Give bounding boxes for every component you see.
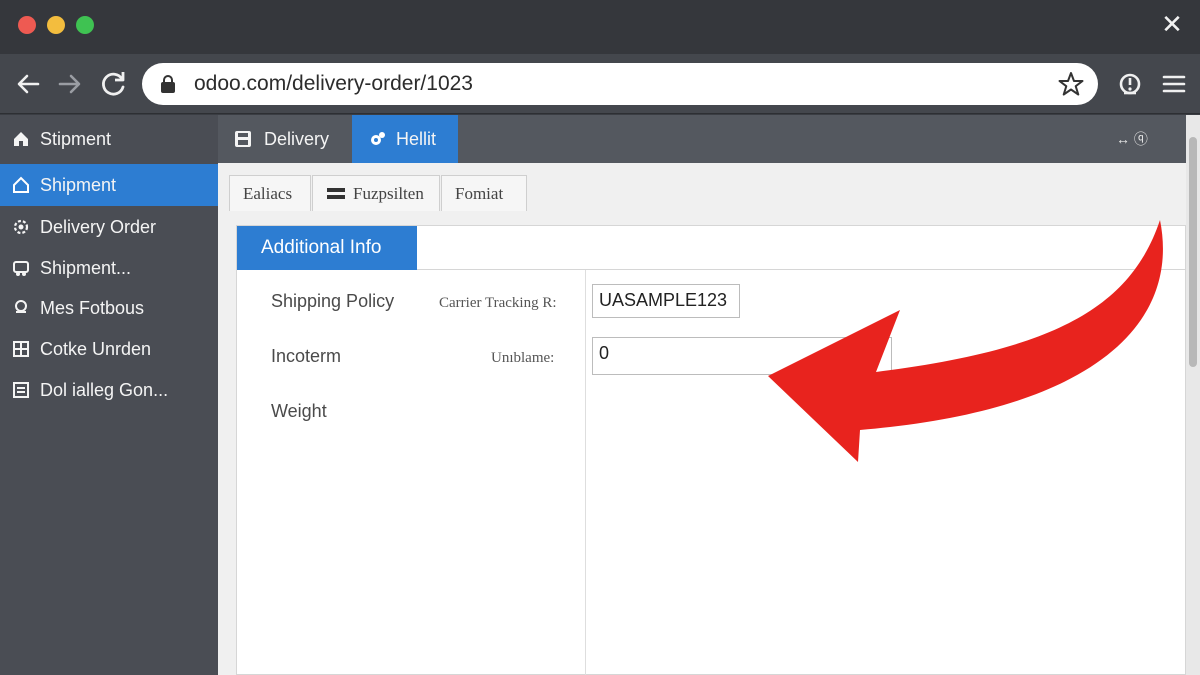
sidebar-item-label: Stipment: [40, 129, 112, 149]
content-panel: Ealiacs Fuzpsilten Fomiat Additional Inf…: [218, 163, 1186, 675]
truck-icon: [13, 261, 29, 276]
window-titlebar: ✕: [0, 0, 1200, 54]
forward-arrow-icon[interactable]: [54, 68, 86, 100]
subtab-ealiacs[interactable]: Ealiacs: [229, 175, 311, 211]
sidebar-item-shipment-2[interactable]: Shipment...: [0, 247, 218, 289]
back-arrow-icon[interactable]: [12, 68, 44, 100]
minimize-window-button[interactable]: [47, 16, 65, 34]
module-tabbar: Delivery Hellit ↔ ⓠ: [218, 115, 1186, 163]
scrollbar-thumb[interactable]: [1189, 137, 1197, 367]
address-bar[interactable]: odoo.com/delivery-order/1023: [142, 63, 1098, 105]
subtab-fomiat[interactable]: Fomiat: [441, 175, 527, 211]
tab-divider: [417, 269, 1185, 270]
incoterm-label: Incoterm: [271, 346, 342, 366]
url-text: odoo.com/delivery-order/1023: [194, 72, 473, 95]
sidebar-item-label: Mes Fotbous: [40, 298, 145, 318]
tab-delivery[interactable]: Delivery: [218, 115, 352, 163]
sidebar-item-label: Dol ialleg Gon...: [40, 380, 169, 400]
tab-label: Delivery: [264, 129, 330, 149]
sidebar-item-shipment[interactable]: Shipment: [0, 164, 218, 206]
tab-label: Additional Info: [261, 237, 382, 258]
browser-toolbar: odoo.com/delivery-order/1023: [0, 54, 1200, 114]
pin-icon: [15, 300, 27, 313]
sidebar-item-label: Delivery Order: [40, 217, 157, 237]
menu-icon: [327, 188, 345, 199]
form-card: Additional Info Shipping Policy Carrier …: [236, 225, 1186, 675]
lock-icon: [161, 75, 175, 93]
carrier-tracking-field[interactable]: UASAMPLE123: [592, 284, 740, 318]
subtab-label: Ealiacs: [243, 184, 293, 203]
topbar-actions[interactable]: ↔ ⓠ: [1116, 129, 1176, 149]
star-icon[interactable]: [1058, 71, 1084, 97]
grid-icon: [13, 341, 29, 357]
sidebar-item-dol-ialleg[interactable]: Dol ialleg Gon...: [0, 369, 218, 411]
sidebar-item-label: Cotke Unrden: [40, 339, 152, 359]
subtab-fuzpsilten[interactable]: Fuzpsilten: [312, 175, 440, 211]
subtab-label: Fuzpsilten: [353, 184, 424, 203]
sidebar-item-delivery-order[interactable]: Delivery Order: [0, 206, 218, 248]
tab-hellit[interactable]: Hellit: [352, 115, 458, 163]
reload-icon[interactable]: [98, 68, 130, 100]
weight-label: Weight: [271, 401, 327, 421]
list-icon: [13, 382, 29, 398]
sidebar-item-label: Shipment: [40, 175, 117, 195]
sidebar-item-label: Shipment...: [40, 258, 132, 278]
home-icon: [13, 176, 29, 193]
unblame-label: Unıblame:: [491, 350, 555, 366]
hamburger-menu-icon[interactable]: [1158, 68, 1190, 100]
save-icon: [235, 131, 251, 147]
sidebar-item-cotke-unrden[interactable]: Cotke Unrden: [0, 328, 218, 370]
maximize-window-button[interactable]: [76, 16, 94, 34]
shipping-policy-label: Shipping Policy: [271, 291, 395, 311]
close-icon[interactable]: ✕: [1158, 10, 1186, 38]
subtab-label: Fomiat: [455, 184, 504, 203]
home-icon: [14, 132, 28, 146]
unblame-field[interactable]: 0: [592, 337, 892, 375]
sidebar-item-stipment[interactable]: Stipment: [0, 118, 218, 160]
close-window-button[interactable]: [18, 16, 36, 34]
settings-icon: [371, 132, 385, 145]
sidebar: Stipment Shipment Delivery Order Shipmen…: [0, 115, 218, 675]
scrollbar[interactable]: [1186, 115, 1200, 675]
carrier-tracking-label: Carrier Tracking R:: [439, 295, 557, 311]
sidebar-item-mes-fotbous[interactable]: Mes Fotbous: [0, 287, 218, 329]
tab-additional-info[interactable]: Additional Info: [237, 226, 417, 270]
tab-label: Hellit: [396, 129, 437, 149]
gear-icon: [13, 219, 29, 235]
column-divider: [585, 270, 586, 675]
extension-icon[interactable]: [1114, 68, 1146, 100]
